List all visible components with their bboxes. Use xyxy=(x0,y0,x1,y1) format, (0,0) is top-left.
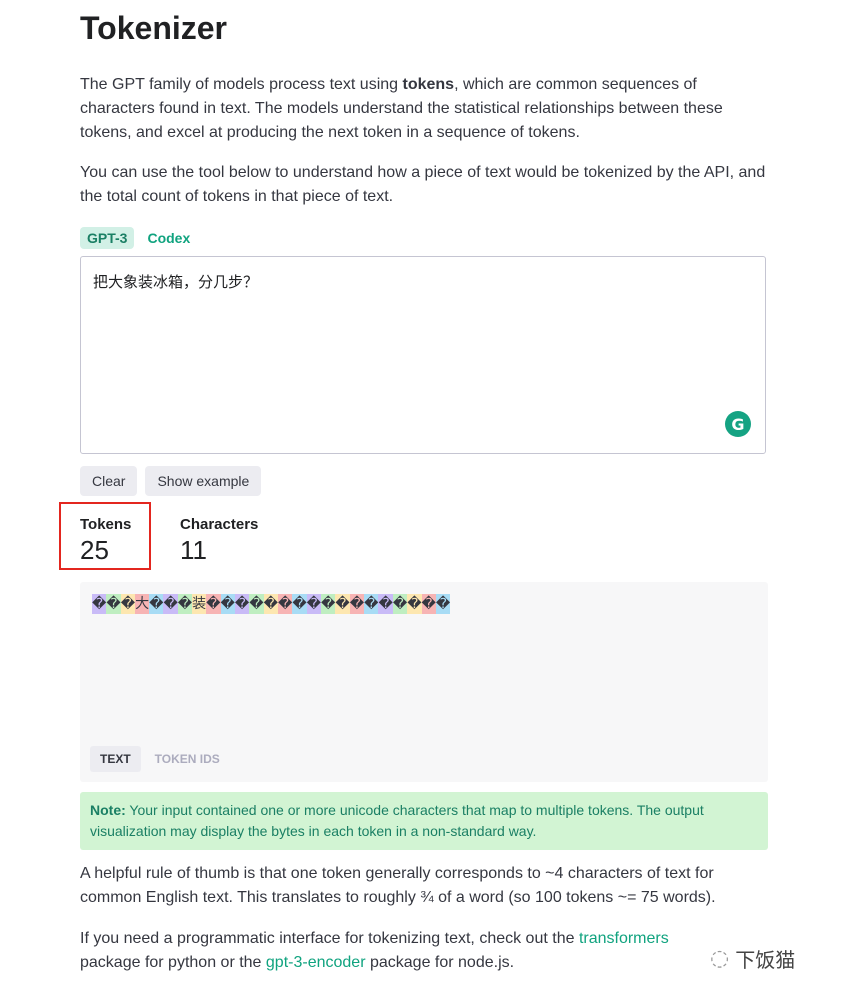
token: � xyxy=(321,594,336,614)
token-output: ���大���装����������������� TEXT TOKEN IDS xyxy=(80,582,768,782)
token: 装 xyxy=(192,594,207,614)
watermark: ◌ 下饭猫 xyxy=(710,944,795,973)
token: 大 xyxy=(135,594,150,614)
show-example-button[interactable]: Show example xyxy=(145,466,262,496)
wechat-icon: ◌ xyxy=(710,946,730,971)
token: � xyxy=(106,594,121,614)
rule-of-thumb: A helpful rule of thumb is that one toke… xyxy=(80,865,716,906)
clear-button[interactable]: Clear xyxy=(80,466,138,496)
token: � xyxy=(120,594,136,614)
token: � xyxy=(206,594,221,614)
token-visualization: ���大���装����������������� xyxy=(92,594,451,614)
page-title: Tokenizer xyxy=(80,10,227,46)
tab-token-ids[interactable]: TOKEN IDS xyxy=(145,746,230,772)
highlight-box xyxy=(59,502,151,570)
tab-codex[interactable]: Codex xyxy=(140,227,197,249)
token: � xyxy=(220,594,235,614)
input-value: 把大象装冰箱，分几步？ xyxy=(93,273,259,291)
text-input[interactable]: 把大象装冰箱，分几步？ G xyxy=(80,256,766,454)
watermark-text: 下饭猫 xyxy=(735,948,796,972)
intro-paragraph-2: You can use the tool below to understand… xyxy=(80,164,766,205)
characters-count: 11 xyxy=(180,535,207,565)
token: � xyxy=(378,594,393,614)
characters-stat: Characters 11 xyxy=(180,516,258,566)
intro-paragraph: The GPT family of models process text us… xyxy=(80,76,723,141)
token: � xyxy=(349,594,365,614)
token: � xyxy=(277,594,293,614)
token: � xyxy=(392,594,408,614)
tab-gpt3[interactable]: GPT-3 xyxy=(80,227,135,249)
token: � xyxy=(163,594,178,614)
characters-label: Characters xyxy=(180,516,259,533)
token: � xyxy=(407,594,422,614)
token: � xyxy=(421,594,436,614)
programmatic-paragraph: If you need a programmatic interface for… xyxy=(80,930,669,971)
gpt3-encoder-link[interactable]: gpt-3-encoder xyxy=(266,954,366,971)
token: � xyxy=(177,594,193,614)
token: � xyxy=(364,594,379,614)
unicode-note: Note: Your input contained one or more u… xyxy=(80,792,768,850)
tab-text[interactable]: TEXT xyxy=(90,746,141,772)
token: � xyxy=(92,594,107,614)
grammarly-icon[interactable]: G xyxy=(725,411,751,437)
token: � xyxy=(292,594,307,614)
token: � xyxy=(249,594,264,614)
token: � xyxy=(306,594,322,614)
token: � xyxy=(435,594,451,614)
model-tabs: GPT-3 Codex xyxy=(80,227,197,249)
token: � xyxy=(263,594,278,614)
token: � xyxy=(335,594,350,614)
token: � xyxy=(234,594,250,614)
transformers-link[interactable]: transformers xyxy=(579,930,669,947)
token: � xyxy=(149,594,164,614)
